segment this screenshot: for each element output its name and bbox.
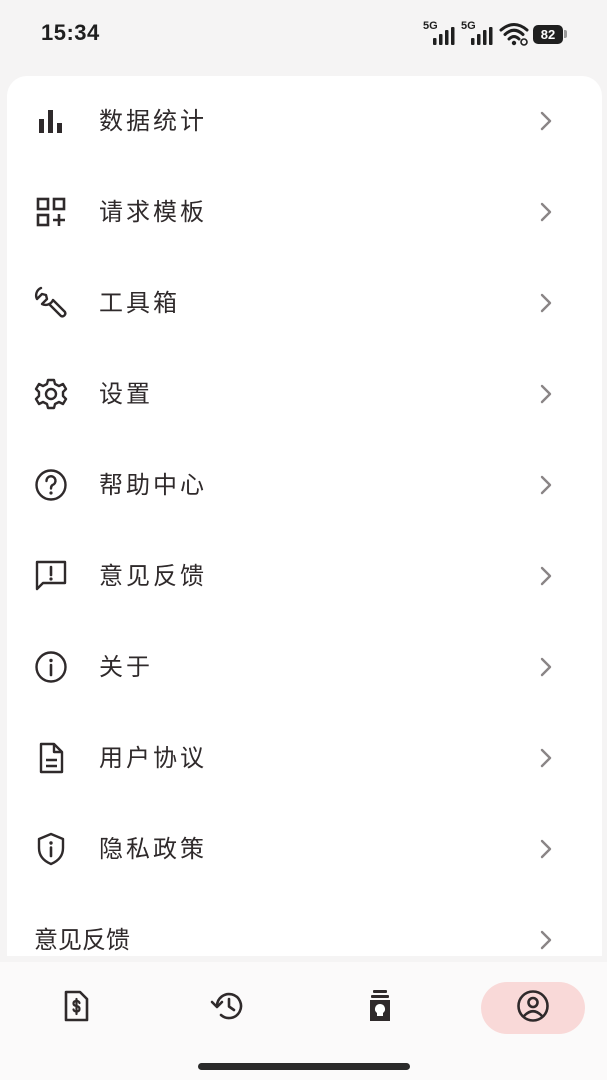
lightbulb-jar-icon [366, 988, 394, 1028]
gear-icon [33, 376, 69, 412]
menu-item-statistics[interactable]: 数据统计 [7, 76, 602, 167]
menu-item-about[interactable]: 关于 [7, 622, 602, 713]
cellular-signal-icon: 5G [461, 20, 495, 47]
home-indicator[interactable] [198, 1063, 410, 1070]
status-time: 15:34 [41, 20, 100, 45]
menu-item-label: 工具箱 [99, 289, 180, 317]
document-icon [33, 740, 69, 776]
battery-level: 82 [533, 24, 563, 44]
menu-item-label: 关于 [99, 653, 153, 681]
menu-item-label: 用户协议 [99, 744, 207, 772]
cellular-signal-icon: 5G [423, 20, 457, 47]
menu-item-label: 数据统计 [99, 107, 207, 135]
chevron-right-icon [536, 655, 556, 679]
menu-item-feedback-2[interactable]: 意见反馈 [7, 895, 602, 956]
feedback-message-icon [33, 558, 69, 594]
wrench-icon [33, 285, 69, 321]
chevron-right-icon [536, 746, 556, 770]
wifi-icon [499, 21, 529, 47]
menu-item-feedback[interactable]: 意见反馈 [7, 531, 602, 622]
chevron-right-icon [536, 382, 556, 406]
chevron-right-icon [536, 928, 556, 952]
invoice-dollar-icon [61, 989, 91, 1027]
nav-tab-history[interactable] [176, 982, 280, 1034]
user-circle-icon [516, 989, 550, 1027]
chevron-right-icon [536, 564, 556, 588]
chevron-right-icon [536, 837, 556, 861]
menu-item-label: 隐私政策 [99, 835, 207, 863]
shield-info-icon [33, 831, 69, 867]
chevron-right-icon [536, 291, 556, 315]
bar-chart-icon [33, 103, 69, 139]
menu-item-request-templates[interactable]: 请求模板 [7, 167, 602, 258]
menu-item-toolbox[interactable]: 工具箱 [7, 258, 602, 349]
settings-menu-card: 数据统计 请求模板 工具箱 设置 帮助中心 意见反馈 关于 用户协议 隐私政策 … [7, 76, 602, 956]
nav-tab-profile[interactable] [481, 982, 585, 1034]
menu-item-help-center[interactable]: 帮助中心 [7, 440, 602, 531]
menu-item-label: 帮助中心 [99, 471, 207, 499]
chevron-right-icon [536, 473, 556, 497]
battery-icon: 82 [533, 24, 569, 44]
bottom-navigation [0, 962, 607, 1080]
chevron-right-icon [536, 200, 556, 224]
menu-item-label: 意见反馈 [34, 926, 130, 954]
nav-tab-ideas[interactable] [328, 982, 432, 1034]
history-clock-icon [210, 989, 246, 1027]
chevron-right-icon [536, 109, 556, 133]
status-bar: 15:34 5G 5G 82 [0, 0, 607, 66]
status-icons: 5G 5G 82 [423, 20, 569, 48]
help-circle-icon [33, 467, 69, 503]
menu-item-settings[interactable]: 设置 [7, 349, 602, 440]
menu-item-label: 请求模板 [99, 198, 207, 226]
menu-item-label: 意见反馈 [99, 562, 207, 590]
menu-item-label: 设置 [99, 380, 153, 408]
menu-item-user-agreement[interactable]: 用户协议 [7, 713, 602, 804]
menu-item-privacy-policy[interactable]: 隐私政策 [7, 804, 602, 895]
nav-tab-billing[interactable] [24, 982, 128, 1034]
info-circle-icon [33, 649, 69, 685]
grid-add-icon [33, 194, 69, 230]
